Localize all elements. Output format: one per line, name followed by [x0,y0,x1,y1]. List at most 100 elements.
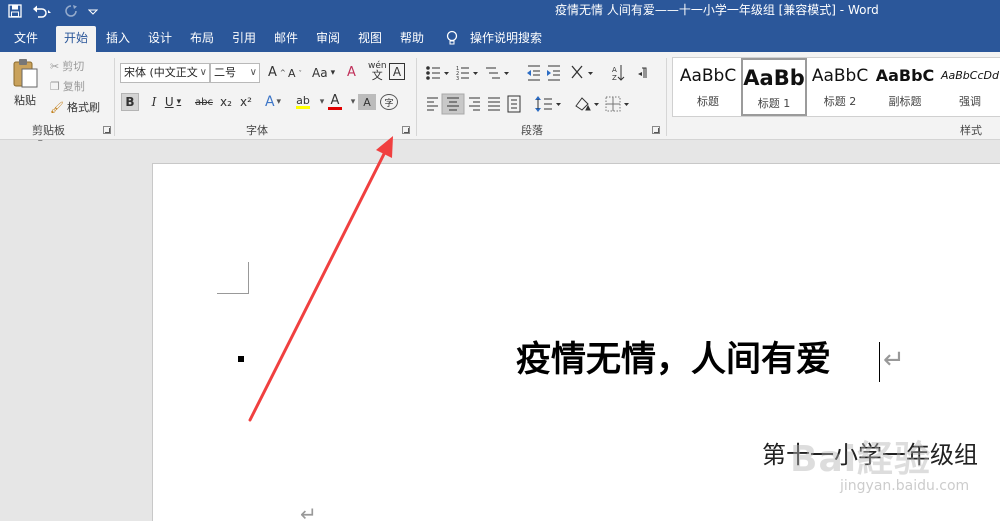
font-color-button[interactable]: A [326,92,344,112]
watermark-url: jingyan.baidu.com [840,478,970,494]
chinese-layout-icon[interactable] [571,65,593,79]
quick-access-toolbar [8,0,98,22]
clear-format-button[interactable]: A [347,65,356,80]
customize-icon[interactable] [88,4,98,18]
format-painter-label: 格式刷 [66,101,100,114]
document-heading[interactable]: 疫情无情，人间有爱 [516,335,831,385]
bullets-icon[interactable] [426,66,449,80]
tab-help[interactable]: 帮助 [398,26,426,52]
style-subtitle-name: 副标题 [888,95,922,108]
style-title[interactable]: AaBbC 标题 [675,58,741,116]
decrease-indent-icon[interactable] [527,65,540,81]
tab-insert[interactable]: 插入 [104,26,132,52]
font-launcher-icon[interactable] [402,126,410,134]
style-title-sample: AaBbC [679,66,737,86]
paragraph-launcher-icon[interactable] [652,126,660,134]
style-subtitle[interactable]: AaBbC 副标题 [873,58,937,116]
tab-file[interactable]: 文件 [12,26,40,52]
styles-gallery: AaBbC 标题 AaBb 标题 1 AaBbC 标题 2 AaBbC 副标题 … [672,57,1000,117]
numbering-icon[interactable]: 123 [456,66,478,82]
svg-text:3: 3 [456,76,459,82]
text-effects-button[interactable]: A ▾ [264,92,282,112]
align-center-button[interactable] [441,93,465,115]
title-bar: 疫情无情 人间有爱——十一小学一年级组 [兼容模式] - Word [0,0,1000,22]
group-separator [416,58,417,136]
bold-button[interactable]: B [121,93,139,111]
change-case-button[interactable]: Aa ▾ [312,66,335,80]
style-subtitle-sample: AaBbC [875,66,935,85]
undo-icon[interactable] [32,4,54,18]
redo-icon[interactable] [64,4,78,18]
shrink-font-icon: A [288,67,296,80]
distributed-icon[interactable] [507,95,521,113]
style-title-name: 标题 [697,95,719,108]
shrink-font-button[interactable]: Aˇ [288,67,302,80]
highlighter-icon: ab [296,94,310,107]
align-left-icon[interactable] [427,97,438,111]
superscript-button[interactable]: x² [237,92,255,112]
chevron-down-icon: ∨ [249,67,257,78]
style-heading-2-name: 标题 2 [823,95,857,108]
format-painter-button[interactable]: 🖌 格式刷 [50,99,100,115]
borders-icon[interactable] [605,96,629,112]
tab-layout[interactable]: 布局 [188,26,216,52]
save-icon[interactable] [8,4,22,18]
tab-design[interactable]: 设计 [146,26,174,52]
enclose-characters-button[interactable]: 字 [380,94,398,110]
increase-indent-icon[interactable] [547,65,560,81]
strikethrough-button[interactable]: abc [195,92,213,112]
clipboard-launcher-icon[interactable] [103,126,111,134]
subscript-icon: x₂ [220,95,232,109]
tab-references[interactable]: 引用 [230,26,258,52]
italic-button[interactable]: I [145,92,163,112]
character-shading-button[interactable]: A [358,94,376,110]
ribbon-tabs: 文件 开始 插入 设计 布局 引用 邮件 审阅 视图 帮助 操作说明搜索 [0,22,1000,52]
style-heading-1[interactable]: AaBb 标题 1 [741,58,807,116]
tab-review[interactable]: 审阅 [314,26,342,52]
lightbulb-icon [445,30,459,49]
shading-icon[interactable] [575,97,599,111]
eraser-icon: A [347,65,356,80]
paintbrush-icon: 🖌 [50,100,64,114]
style-emphasis-name: 强调 [959,95,981,108]
grow-font-button[interactable]: A ^ [268,65,286,80]
underline-icon: U [164,95,174,109]
sort-icon[interactable]: AZ [612,65,625,82]
paste-label: 粘贴 [14,94,36,107]
phonetic-guide-button[interactable]: wén 文 [368,62,387,82]
margin-corner-mark [217,262,249,294]
line-spacing-icon[interactable] [535,96,561,112]
character-border-button[interactable]: A [389,63,405,80]
show-marks-icon[interactable] [638,67,647,78]
tab-view[interactable]: 视图 [356,26,384,52]
font-name-combo[interactable]: 宋体 (中文正文 ∨ [120,63,210,83]
style-heading-1-name: 标题 1 [757,97,791,110]
align-right-icon[interactable] [469,97,480,111]
highlight-color-bar [296,106,310,109]
font-group-label: 字体 [246,124,268,137]
style-emphasis-sample: AaBbCcDd [941,69,999,82]
subscript-button[interactable]: x₂ [217,92,235,112]
font-color-icon: A [330,93,340,108]
italic-icon: I [151,95,157,109]
character-shading-icon: A [363,95,371,109]
tab-home[interactable]: 开始 [56,26,96,52]
tell-me-search[interactable]: 操作说明搜索 [468,26,544,52]
justify-icon[interactable] [488,97,500,111]
multilevel-list-icon[interactable] [486,67,509,79]
list-bullet [238,356,244,362]
chevron-down-icon: ∨ [199,67,207,78]
highlight-button[interactable]: ab [294,92,312,112]
cut-button[interactable]: ✂ 剪切 [50,58,84,74]
style-emphasis[interactable]: AaBbCcDd 强调 [939,58,1000,116]
underline-button[interactable]: U ▾ [164,92,182,112]
document-title: 疫情无情 人间有爱——十一小学一年级组 [兼容模式] - Word [555,3,879,17]
tab-mailings[interactable]: 邮件 [272,26,300,52]
font-size-combo[interactable]: 二号 ∨ [210,63,260,83]
style-heading-2[interactable]: AaBbC 标题 2 [807,58,873,116]
paragraph-tools: 123 AZ [426,65,647,115]
scissors-icon: ✂ [50,59,60,73]
copy-button[interactable]: ❐ 复制 [50,78,85,94]
watermark-logo: Bai経验 [790,439,932,480]
paste-button[interactable]: 粘贴 [10,58,40,108]
